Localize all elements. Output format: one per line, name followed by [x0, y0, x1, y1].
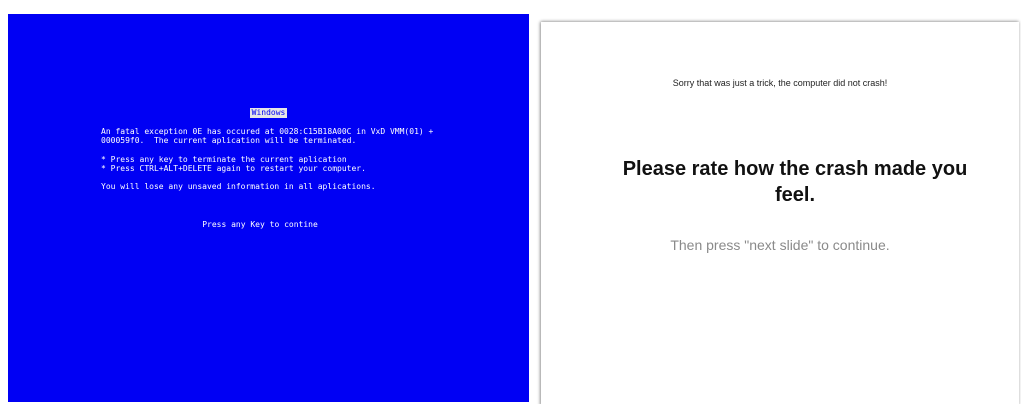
- slides-view: Windows An fatal exception 0E has occure…: [0, 0, 1021, 404]
- bsod-instructions: * Press any key to terminate the current…: [101, 155, 366, 173]
- next-slide-instruction: Then press "next slide" to continue.: [670, 237, 890, 253]
- bsod-warning: You will lose any unsaved information in…: [101, 182, 376, 191]
- bsod-title-row: Windows: [8, 108, 529, 118]
- slide-heading: Please rate how the crash made you feel.: [622, 158, 968, 206]
- bsod-continue-row: Press any Key to contine: [8, 220, 512, 229]
- rating-slide: Sorry that was just a trick, the compute…: [541, 22, 1019, 404]
- bsod-error-message: An fatal exception 0E has occured at 002…: [101, 127, 434, 145]
- trick-message: Sorry that was just a trick, the compute…: [672, 78, 888, 88]
- bsod-continue-prompt: Press any Key to contine: [202, 220, 318, 229]
- bsod-title: Windows: [249, 108, 288, 118]
- blue-screen-slide: Windows An fatal exception 0E has occure…: [8, 14, 529, 402]
